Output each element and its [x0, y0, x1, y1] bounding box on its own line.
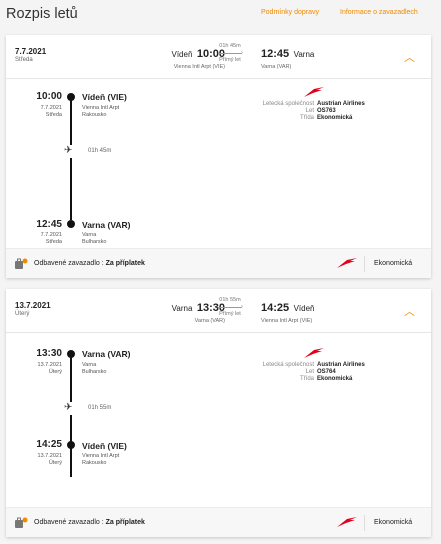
segment-duration: 01h 45m: [88, 148, 112, 154]
carrier-name: Austrian Airlines: [317, 101, 365, 107]
departure-airport: Vienna Intl Arpt (VIE): [173, 64, 225, 70]
flight-date: 7.7.2021: [15, 47, 47, 56]
segment-departure-date: 7.7.2021: [40, 105, 62, 111]
carrier-name: Austrian Airlines: [317, 362, 365, 368]
carrier-label: Letecká společnost: [262, 101, 314, 107]
arrow-right-icon: ›: [210, 303, 250, 311]
footer-cabin-class: Ekonomická: [374, 519, 413, 526]
flight-number: OS764: [317, 369, 336, 375]
checked-baggage-info: Odbavené zavazadlo : Za příplatek: [34, 519, 145, 526]
segment-destination-country: Bulharsko: [82, 239, 107, 245]
chevron-up-icon[interactable]: ︿: [404, 49, 415, 65]
flight-segment-detail: 13:30 13.7.2021 Úterý Varna (VAR) Varna …: [6, 334, 431, 497]
segment-duration: 01h 55m: [88, 405, 112, 411]
flight-weekday: Středa: [15, 57, 33, 63]
timeline-line: [69, 158, 72, 220]
cabin-class: Ekonomická: [317, 376, 353, 382]
segment-destination-airport: Vienna Intl Arpt: [82, 453, 120, 459]
footer-cabin-class: Ekonomická: [374, 260, 413, 267]
segment-arrival-day: Úterý: [48, 460, 62, 466]
flight-footer: Odbavené zavazadlo : Za příplatek Ekonom…: [6, 507, 431, 537]
flight-info: Letecká společnost Austrian Airlines Let O…: [239, 101, 374, 122]
duration-summary: 01h 55m › Přímý let: [210, 297, 250, 317]
link-transport-conditions[interactable]: Podmínky dopravy: [261, 9, 319, 16]
timeline-end-dot: [66, 220, 75, 228]
austrian-airlines-logo: [304, 348, 324, 358]
arrival-airport: Vienna Intl Arpt (VIE): [261, 318, 313, 324]
flight-summary-header[interactable]: 13.7.2021 Úterý Varna 13:30 Varna (VAR) …: [6, 289, 431, 333]
departure-airport: Varna (VAR): [194, 318, 225, 324]
flight-date: 13.7.2021: [15, 301, 51, 310]
direct-flight-label: Přímý let: [219, 57, 241, 63]
flight-weekday: Úterý: [15, 311, 30, 317]
segment-destination-airport: Varna: [82, 232, 97, 238]
austrian-airlines-logo: [337, 258, 357, 268]
austrian-airlines-logo: [337, 517, 357, 527]
flight-number-label: Let: [305, 108, 314, 114]
segment-departure-day: Středa: [45, 112, 62, 118]
baggage-icon: [15, 258, 28, 269]
arrival-airport: Varna (VAR): [261, 64, 292, 70]
flight-summary-header[interactable]: 7.7.2021 Středa Vídeň 10:00 Vienna Intl …: [6, 35, 431, 79]
checked-baggage-info: Odbavené zavazadlo : Za příplatek: [34, 260, 145, 267]
link-baggage-info[interactable]: Informace o zavazadlech: [340, 9, 418, 16]
baggage-icon: [15, 517, 28, 528]
segment-departure-time: 10:00: [36, 91, 62, 102]
flight-card-outbound: 7.7.2021 Středa Vídeň 10:00 Vienna Intl …: [6, 35, 431, 278]
segment-origin-airport: Varna: [82, 362, 97, 368]
flight-card-return: 13.7.2021 Úterý Varna 13:30 Varna (VAR) …: [6, 289, 431, 537]
airplane-icon: ✈: [64, 402, 73, 413]
segment-arrival-time: 12:45: [36, 219, 62, 230]
arrival-time: 14:25: [261, 302, 290, 314]
timeline-line: [69, 98, 72, 145]
austrian-airlines-logo: [304, 87, 324, 97]
chevron-up-icon[interactable]: ︿: [404, 303, 415, 319]
segment-origin-airport: Vienna Intl Arpt: [82, 105, 120, 111]
flight-info: Letecká společnost Austrian Airlines Let O…: [239, 362, 374, 383]
flight-footer: Odbavené zavazadlo : Za příplatek Ekonom…: [6, 248, 431, 278]
timeline-end-dot: [66, 441, 75, 449]
segment-departure-date: 13.7.2021: [37, 362, 62, 368]
carrier-label: Letecká společnost: [262, 362, 314, 368]
segment-origin-country: Rakousko: [82, 112, 107, 118]
departure-city: Varna: [171, 304, 193, 313]
page-title: Rozpis letů: [6, 6, 78, 22]
segment-arrival-date: 7.7.2021: [40, 232, 62, 238]
segment-destination-name: Varna (VAR): [82, 220, 131, 230]
cabin-class-label: Třída: [299, 115, 314, 121]
arrival-city: Varna: [293, 50, 315, 59]
segment-destination-name: Vídeň (VIE): [82, 441, 127, 451]
departure-city: Vídeň: [171, 50, 193, 59]
arrival-summary: 14:25 Vídeň Vienna Intl Arpt (VIE): [261, 298, 315, 324]
direct-flight-label: Přímý let: [219, 311, 241, 317]
airplane-icon: ✈: [64, 145, 73, 156]
duration-summary: 01h 45m › Přímý let: [210, 43, 250, 63]
segment-arrival-time: 14:25: [36, 439, 62, 450]
cabin-class-label: Třída: [299, 376, 314, 382]
segment-origin-country: Bulharsko: [82, 369, 107, 375]
divider: [364, 515, 365, 531]
segment-departure-day: Úterý: [48, 369, 62, 375]
segment-arrival-date: 13.7.2021: [37, 453, 62, 459]
flight-number: OS763: [317, 108, 336, 114]
timeline-line: [69, 355, 72, 402]
segment-origin-name: Vídeň (VIE): [82, 92, 127, 102]
segment-destination-country: Rakousko: [82, 460, 107, 466]
segment-arrival-day: Středa: [45, 239, 62, 245]
flight-segment-detail: 10:00 7.7.2021 Středa Vídeň (VIE) Vienna…: [6, 80, 431, 245]
arrival-city: Vídeň: [293, 304, 315, 313]
segment-origin-name: Varna (VAR): [82, 349, 131, 359]
segment-departure-time: 13:30: [36, 348, 62, 359]
arrival-summary: 12:45 Varna Varna (VAR): [261, 44, 314, 70]
page-header: Rozpis letů Podmínky dopravy Informace o…: [0, 0, 441, 30]
flight-number-label: Let: [305, 369, 314, 375]
cabin-class: Ekonomická: [317, 115, 353, 121]
arrow-right-icon: ›: [210, 49, 250, 57]
divider: [364, 256, 365, 272]
arrival-time: 12:45: [261, 48, 290, 60]
